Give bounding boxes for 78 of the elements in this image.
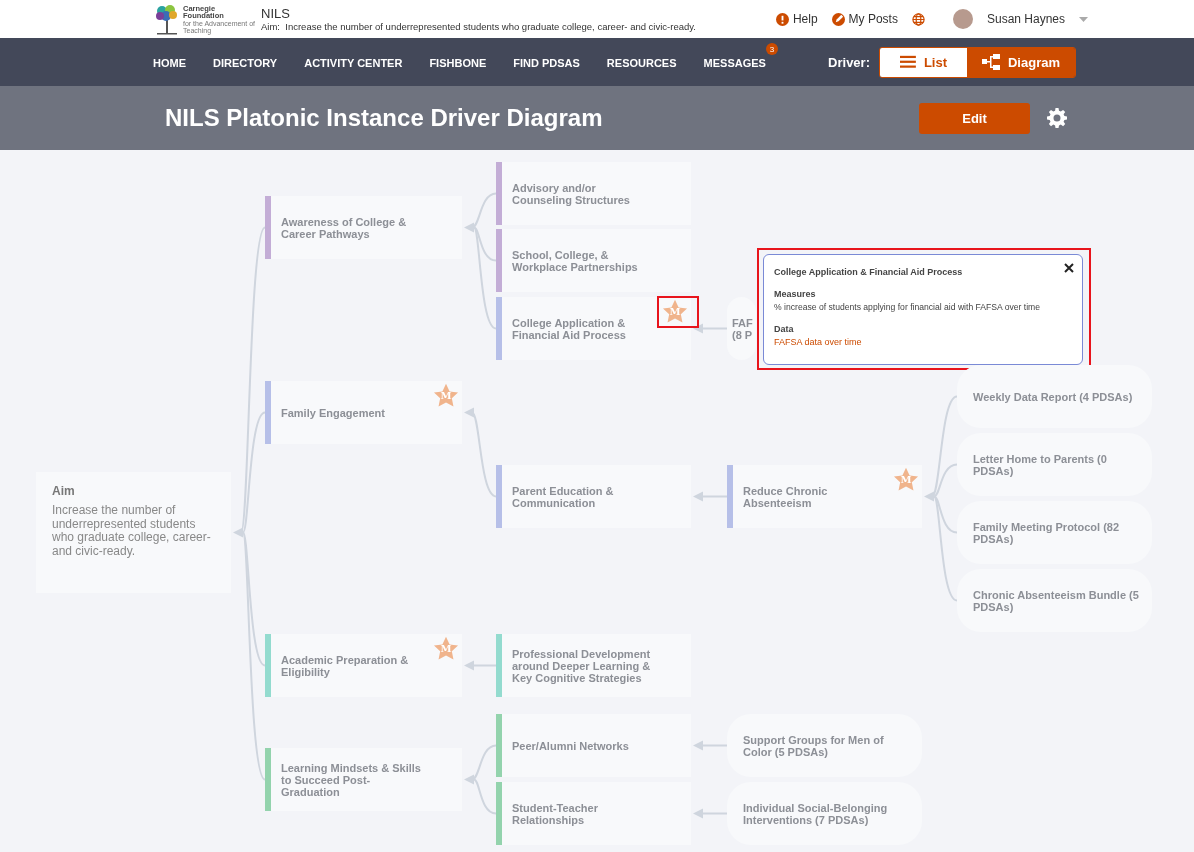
driver-node[interactable]: Awareness of College & Career Pathways bbox=[265, 196, 462, 259]
node-label: Letter Home to Parents (0 PDSAs) bbox=[973, 452, 1108, 477]
node-label: Peer/Alumni Networks bbox=[512, 739, 629, 752]
node-label: Reduce Chronic Absenteeism bbox=[743, 484, 829, 509]
driver-node[interactable]: Professional Development around Deeper Learning & Key Cognitive Strategies bbox=[496, 634, 691, 697]
change-idea-node[interactable]: Individual Social-Belonging Interventions (7 PDSAs) bbox=[727, 782, 922, 845]
globe-link[interactable] bbox=[911, 12, 925, 26]
driver-node[interactable]: Parent Education & Communication bbox=[496, 465, 691, 528]
node-label: Individual Social-Belonging Interventions (7 PDSAs) bbox=[743, 801, 889, 826]
driver-node[interactable]: Student-Teacher Relationships bbox=[496, 782, 691, 845]
node-label: Weekly Data Report (4 PDSAs) bbox=[973, 390, 1133, 403]
app-title: NILS bbox=[261, 6, 291, 21]
connector-arrow bbox=[693, 491, 728, 502]
connector-arrow bbox=[693, 740, 728, 751]
node-label: Family Engagement bbox=[281, 406, 385, 419]
node-label: School, College, & Workplace Partnerships bbox=[512, 248, 639, 273]
pencil-icon bbox=[831, 12, 845, 26]
nav-link[interactable]: MESSAGES bbox=[703, 57, 766, 69]
node-label: Chronic Absenteeism Bundle (5 PDSAs) bbox=[973, 588, 1140, 613]
node-label: Professional Development around Deeper Learning & Key Cognitive Strategies bbox=[512, 647, 652, 684]
change-idea-node[interactable]: FAF (8 P bbox=[727, 297, 756, 360]
hierarchy-icon bbox=[982, 54, 1000, 70]
globe-icon bbox=[911, 12, 925, 26]
node-label: Family Meeting Protocol (82 PDSAs) bbox=[973, 520, 1121, 545]
change-idea-node[interactable]: Support Groups for Men of Color (5 PDSAs) bbox=[727, 714, 922, 777]
data-link[interactable]: FAFSA data over time bbox=[774, 337, 1072, 347]
change-idea-node[interactable]: Letter Home to Parents (0 PDSAs) bbox=[957, 433, 1152, 496]
nav-link[interactable]: FIND PDSAS bbox=[513, 57, 580, 69]
diagram-view-button[interactable]: Diagram bbox=[967, 47, 1075, 77]
help-link[interactable]: Help bbox=[775, 12, 818, 26]
aim-card[interactable]: Aim Increase the number of underrepresented students who graduate college, career- and civic-ready. bbox=[36, 472, 231, 593]
aim-text: Increase the number of underrepresented students who graduate college, career- and civic-ready. bbox=[52, 504, 212, 558]
connector-arrow bbox=[464, 192, 497, 233]
posts-link[interactable]: My Posts bbox=[831, 12, 898, 26]
connector-arrow bbox=[693, 323, 728, 334]
list-view-button[interactable]: List bbox=[880, 47, 967, 77]
driver-label: Driver: bbox=[828, 54, 870, 70]
nav-link[interactable]: DIRECTORY bbox=[213, 57, 278, 69]
nav-link[interactable]: FISHBONE bbox=[429, 57, 487, 69]
measure-text: % increase of students applying for financial aid with FAFSA over time bbox=[774, 302, 1042, 312]
edit-button[interactable]: Edit bbox=[919, 102, 1030, 134]
aim-line: Aim: Increase the number of underrepresented students who graduate college, career- and civic-ready. bbox=[261, 21, 696, 32]
close-icon bbox=[1064, 263, 1074, 273]
help-icon bbox=[775, 12, 789, 26]
node-label: Parent Education & Communication bbox=[512, 484, 615, 509]
user-name[interactable]: Susan Haynes bbox=[986, 12, 1065, 26]
node-label: College Application & Financial Aid Process bbox=[512, 316, 627, 341]
connector-arrow bbox=[464, 660, 497, 671]
driver-node[interactable]: Learning Mindsets & Skills to Succeed Post-Graduation bbox=[265, 748, 462, 811]
popup-heading: Measures bbox=[774, 289, 817, 299]
page-title: NILS Platonic Instance Driver Diagram bbox=[165, 104, 603, 132]
avatar[interactable] bbox=[952, 9, 973, 29]
change-idea-node[interactable]: Weekly Data Report (4 PDSAs) bbox=[957, 365, 1152, 428]
node-label: Awareness of College & Career Pathways bbox=[281, 215, 408, 240]
node-label: Student-Teacher Relationships bbox=[512, 801, 599, 826]
driver-node[interactable]: Peer/Alumni Networks bbox=[496, 714, 691, 777]
driver-node[interactable]: School, College, & Workplace Partnerships bbox=[496, 229, 691, 292]
change-idea-node[interactable]: Family Meeting Protocol (82 PDSAs) bbox=[957, 501, 1152, 564]
aim-label: Aim bbox=[52, 484, 76, 498]
close-button[interactable] bbox=[1062, 261, 1076, 275]
popup-heading: Data bbox=[774, 324, 795, 334]
nav-link[interactable]: HOME bbox=[153, 57, 186, 69]
popup-title: College Application & Financial Aid Process bbox=[774, 267, 964, 277]
list-icon bbox=[900, 55, 916, 69]
nav-link[interactable]: RESOURCES bbox=[606, 57, 677, 69]
node-label: FAF (8 P bbox=[732, 316, 754, 341]
driver-node[interactable]: Advisory and/or Counseling Structures bbox=[496, 162, 691, 225]
connector-arrow bbox=[464, 744, 497, 785]
settings-icon[interactable] bbox=[1047, 108, 1067, 128]
node-label: Learning Mindsets & Skills to Succeed Post-Graduation bbox=[281, 761, 422, 798]
count-badge: 3 bbox=[765, 43, 778, 55]
node-label: Support Groups for Men of Color (5 PDSAs) bbox=[743, 733, 885, 758]
connector-line bbox=[473, 778, 497, 815]
connector-arrow bbox=[693, 808, 728, 819]
node-label: Academic Preparation & Eligibility bbox=[281, 653, 410, 678]
nav-link[interactable]: ACTIVITY CENTER bbox=[304, 57, 403, 69]
node-label: Advisory and/or Counseling Structures bbox=[512, 181, 631, 206]
change-idea-node[interactable]: Chronic Absenteeism Bundle (5 PDSAs) bbox=[957, 569, 1152, 632]
